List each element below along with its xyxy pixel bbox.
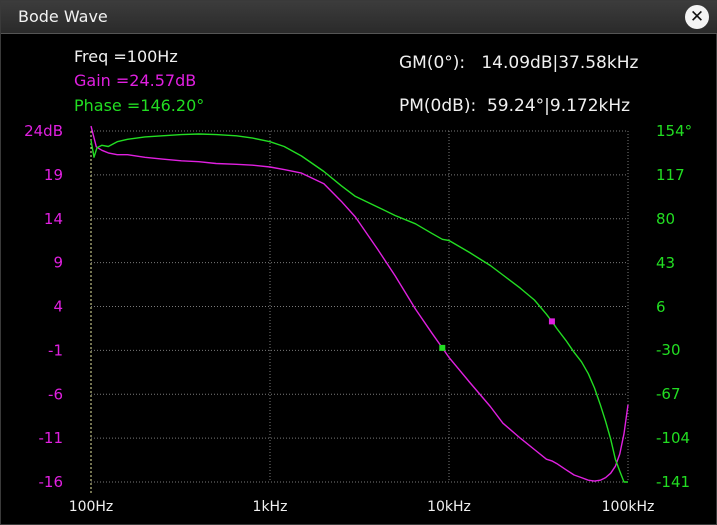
phase-tick-label: 43: [656, 254, 675, 272]
freq-tick-label: 100Hz: [69, 499, 114, 515]
series-group: [90, 125, 629, 483]
gain-tick-label: -16: [39, 473, 64, 491]
gain-readout: Gain =24.57dB: [74, 71, 196, 90]
title-bar: Bode Wave ✕: [1, 1, 717, 34]
freq-readout: Freq =100Hz: [74, 47, 178, 66]
bode-chart: 24dB 19 14 9 4 -1 -6 -11 -16 154° 117 80 43 6 -30 -67 -1…: [24, 47, 692, 515]
ticks: 24dB 19 14 9 4 -1 -6 -11 -16 154° 117 80 43 6 -30 -67 -1…: [24, 122, 692, 515]
grid: [90, 130, 629, 494]
gain-margin-marker: [439, 344, 446, 351]
gain-tick-label: 4: [53, 298, 63, 316]
freq-tick-label: 10kHz: [427, 499, 471, 515]
phase-tick-label: -141: [656, 473, 690, 491]
gain-margin-readout: GM(0°): 14.09dB|37.58kHz: [399, 53, 639, 73]
phase-tick-label: -30: [656, 341, 681, 359]
gain-tick-label: -6: [48, 385, 63, 403]
window-title: Bode Wave: [18, 7, 108, 26]
gain-tick-label: -11: [39, 429, 64, 447]
phase-tick-label: -104: [656, 429, 690, 447]
gain-line: [90, 125, 629, 482]
phase-readout: Phase =146.20°: [74, 96, 204, 115]
phase-tick-label: 80: [656, 210, 675, 228]
gain-tick-label: 24dB: [24, 122, 63, 140]
bode-wave-window: Bode Wave ✕ 24dB 19 14 9 4 -1 -6 -11 -16 154° 117 8…: [0, 0, 717, 525]
phase-margin-marker: [548, 318, 555, 325]
gain-tick-label: 19: [44, 166, 63, 184]
phase-line: [90, 133, 628, 483]
phase-tick-label: 6: [656, 298, 666, 316]
freq-tick-label: 1kHz: [253, 499, 288, 515]
gain-tick-label: -1: [48, 341, 63, 359]
close-icon[interactable]: ✕: [685, 5, 709, 29]
phase-tick-label: 117: [656, 166, 685, 184]
phase-tick-label: -67: [656, 385, 681, 403]
freq-tick-label: 100kHz: [602, 499, 655, 515]
readout-panel: Freq =100Hz Gain =24.57dB Phase =146.20°…: [74, 47, 639, 116]
phase-tick-label: 154°: [656, 122, 692, 140]
gain-tick-label: 9: [53, 254, 63, 272]
gain-tick-label: 14: [44, 210, 63, 228]
phase-margin-readout: PM(0dB): 59.24°|9.172kHz: [399, 96, 630, 116]
